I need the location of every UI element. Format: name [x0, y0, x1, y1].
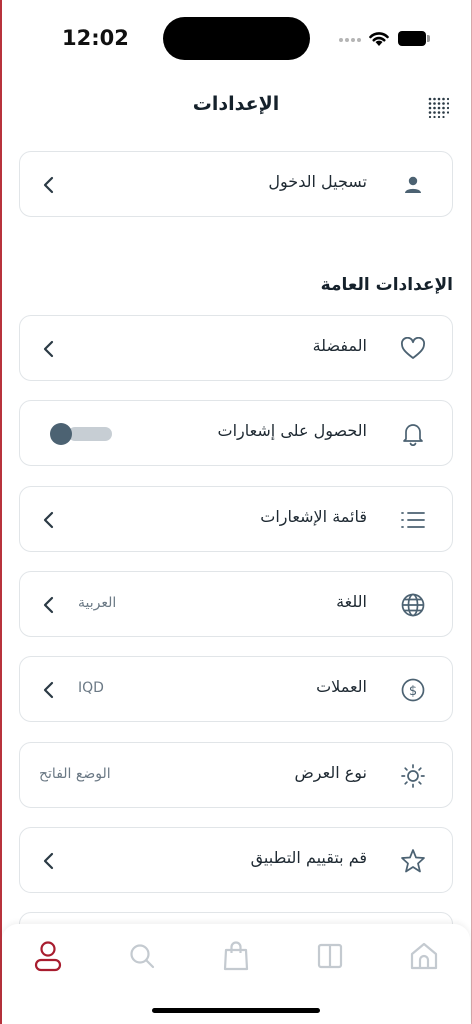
- globe-icon: [398, 590, 428, 620]
- dots-grid-icon[interactable]: [427, 96, 449, 118]
- nav-search[interactable]: [122, 936, 162, 976]
- list-icon: [398, 505, 428, 535]
- chevron-left-icon: [43, 852, 54, 870]
- bag-icon: [223, 941, 249, 971]
- status-time: 12:02: [62, 26, 129, 50]
- book-icon: [317, 943, 343, 969]
- chevron-left-icon: [43, 340, 54, 358]
- section-title-general: الإعدادات العامة: [320, 275, 453, 295]
- nav-profile[interactable]: [28, 936, 68, 976]
- login-row[interactable]: تسجيل الدخول: [19, 151, 453, 217]
- row-label: اللغة: [336, 592, 367, 611]
- login-label: تسجيل الدخول: [268, 172, 367, 191]
- chevron-left-icon: [43, 681, 54, 699]
- notifications-toggle[interactable]: [50, 423, 112, 445]
- profile-icon: [34, 941, 62, 972]
- chevron-left-icon: [43, 511, 54, 529]
- frame-border-left: [0, 0, 2, 1024]
- sun-icon: [398, 761, 428, 791]
- home-indicator: [152, 1008, 320, 1013]
- dynamic-island: [163, 17, 310, 60]
- wifi-icon: [369, 32, 389, 46]
- heart-icon: [398, 334, 428, 364]
- bell-icon: [398, 419, 428, 449]
- row-get-notifications: الحصول على إشعارات: [19, 400, 453, 466]
- row-label: الحصول على إشعارات: [217, 421, 367, 440]
- row-label: قم بتقييم التطبيق: [250, 848, 367, 867]
- user-icon: [398, 170, 428, 200]
- language-value: العربية: [78, 595, 117, 611]
- signal-icon: [339, 38, 361, 42]
- star-icon: [398, 846, 428, 876]
- row-language[interactable]: اللغة العربية: [19, 571, 453, 637]
- row-display-mode[interactable]: نوع العرض الوضع الفاتح: [19, 742, 453, 808]
- row-label: قائمة الإشعارات: [260, 507, 367, 526]
- row-label: العملات: [316, 677, 367, 696]
- nav-catalog[interactable]: [310, 936, 350, 976]
- currency-value: IQD: [78, 680, 104, 696]
- chevron-left-icon: [43, 176, 54, 194]
- battery-icon: [398, 31, 430, 46]
- row-notifications-list[interactable]: قائمة الإشعارات: [19, 486, 453, 552]
- row-currency[interactable]: $ العملات IQD: [19, 656, 453, 722]
- row-label: المفضلة: [312, 336, 367, 355]
- chevron-left-icon: [43, 596, 54, 614]
- header: الإعدادات: [0, 86, 472, 126]
- page-title: الإعدادات: [192, 93, 280, 115]
- row-favorites[interactable]: المفضلة: [19, 315, 453, 381]
- nav-cart[interactable]: [216, 936, 256, 976]
- display-mode-value: الوضع الفاتح: [39, 766, 111, 782]
- svg-text:$: $: [409, 684, 417, 699]
- nav-home[interactable]: [404, 936, 444, 976]
- search-icon: [130, 944, 155, 969]
- home-icon: [410, 942, 438, 970]
- status-bar: 12:02: [0, 0, 472, 78]
- row-label: نوع العرض: [294, 763, 367, 782]
- row-rate-app[interactable]: قم بتقييم التطبيق: [19, 827, 453, 893]
- dollar-icon: $: [398, 675, 428, 705]
